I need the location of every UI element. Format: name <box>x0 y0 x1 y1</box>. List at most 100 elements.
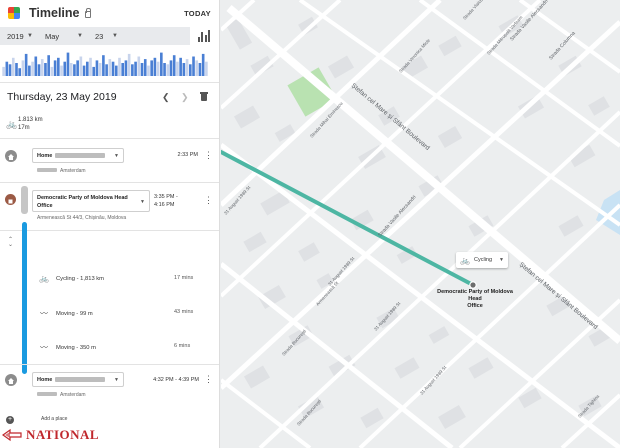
watermark-text: NATIONAL <box>26 427 100 442</box>
day-summary: 1.813 km 17m <box>18 116 43 132</box>
histogram-bar[interactable] <box>44 63 47 76</box>
histogram-bar[interactable] <box>188 64 192 76</box>
histogram-bar[interactable] <box>85 61 89 76</box>
histogram-bar[interactable] <box>60 65 63 76</box>
histogram-bar[interactable] <box>102 55 105 76</box>
histogram-bar[interactable] <box>15 63 18 76</box>
histogram-bar[interactable] <box>140 63 144 76</box>
histogram-bar[interactable] <box>114 65 118 76</box>
add-place-icon[interactable]: + <box>6 416 14 424</box>
histogram-bar[interactable] <box>121 63 125 76</box>
histogram-bar[interactable] <box>111 61 115 76</box>
histogram-bar[interactable] <box>66 52 70 76</box>
histogram-bar[interactable] <box>166 64 170 76</box>
next-day-button[interactable]: ❯ <box>181 92 189 103</box>
histogram-bar[interactable] <box>98 63 102 76</box>
histogram-bar[interactable] <box>76 60 79 76</box>
histogram-bar[interactable] <box>182 63 186 76</box>
histogram-bar[interactable] <box>172 55 176 76</box>
histogram-bar[interactable] <box>160 52 163 76</box>
histogram-bar[interactable] <box>192 56 195 77</box>
histogram-bar[interactable] <box>11 57 15 76</box>
histogram-bar[interactable] <box>92 66 96 76</box>
day-select[interactable]: 23 ▼ <box>95 32 118 41</box>
place-marker[interactable] <box>469 281 477 289</box>
histogram-bar[interactable] <box>73 64 76 76</box>
movement-timeline-bar <box>22 222 27 374</box>
histogram-bar[interactable] <box>150 60 153 76</box>
histogram-bar[interactable] <box>147 65 150 76</box>
activity-histogram[interactable] <box>2 48 208 76</box>
visit-place-select[interactable]: Home ▼ <box>32 372 124 387</box>
histogram-bar[interactable] <box>57 57 60 76</box>
bicycle-icon: 🚲 <box>460 255 470 265</box>
histogram-bar[interactable] <box>176 61 179 76</box>
histogram-bar[interactable] <box>34 56 38 77</box>
histogram-bar[interactable] <box>124 60 128 76</box>
histogram-bar[interactable] <box>201 53 205 76</box>
histogram-bar[interactable] <box>69 63 73 76</box>
delete-icon[interactable] <box>200 92 208 101</box>
map-place-label[interactable]: Democratic Party of Moldova Head Office <box>434 289 516 310</box>
summary-distance: 1.813 km <box>18 117 43 123</box>
activity-type-select[interactable]: 🚲 Cycling ▼ <box>456 252 508 268</box>
histogram-bar[interactable] <box>143 59 147 76</box>
bar-chart-icon[interactable] <box>198 30 210 42</box>
histogram-bar[interactable] <box>95 60 99 76</box>
histogram-bar[interactable] <box>137 56 141 77</box>
visit-place-select[interactable]: Home ▼ <box>32 148 124 163</box>
previous-day-button[interactable]: ❮ <box>162 92 170 103</box>
histogram-bar[interactable] <box>179 57 182 76</box>
histogram-bar[interactable] <box>131 64 134 76</box>
histogram-bar[interactable] <box>205 61 208 76</box>
bicycle-icon: 🚲 <box>39 274 49 283</box>
histogram-bar[interactable] <box>28 65 31 76</box>
map-view[interactable]: Ștefan cel Mare și Sfânt Boulevard Ștefa… <box>221 0 620 448</box>
histogram-bar[interactable] <box>50 66 54 76</box>
histogram-bar[interactable] <box>5 61 9 76</box>
histogram-bar[interactable] <box>31 61 34 76</box>
histogram-bar[interactable] <box>108 59 112 76</box>
visit-place-select[interactable]: Democratic Party of Moldova Head Office … <box>32 190 150 212</box>
histogram-bar[interactable] <box>40 59 44 76</box>
histogram-bar[interactable] <box>89 57 92 76</box>
watermark: NATIONAL <box>2 427 99 443</box>
add-place-link[interactable]: Add a place <box>41 416 67 422</box>
histogram-bar[interactable] <box>134 61 137 76</box>
expand-icon[interactable]: ⌃ ⌄ <box>8 237 13 248</box>
activity-row[interactable]: 〰 Moving - 99 m <box>38 308 93 319</box>
histogram-bar[interactable] <box>63 61 67 76</box>
more-options-icon[interactable]: ⋮ <box>204 151 213 160</box>
histogram-bar[interactable] <box>195 60 199 76</box>
histogram-bar[interactable] <box>79 56 83 77</box>
divider <box>0 138 219 139</box>
histogram-bar[interactable] <box>156 61 160 76</box>
activity-row[interactable]: 🚲 Cycling - 1,813 km <box>38 274 104 283</box>
histogram-bar[interactable] <box>185 59 189 76</box>
histogram-bar[interactable] <box>37 64 41 76</box>
histogram-bar[interactable] <box>118 57 121 76</box>
google-maps-icon <box>8 7 20 19</box>
date-selector-bar: 2019 ▼ May ▼ 23 ▼ <box>0 27 190 45</box>
histogram-bar[interactable] <box>127 53 131 76</box>
histogram-bar[interactable] <box>2 66 5 76</box>
histogram-bar[interactable] <box>82 65 86 76</box>
activity-row[interactable]: 〰 Moving - 350 m <box>38 342 96 353</box>
month-select[interactable]: May ▼ <box>45 32 83 41</box>
histogram-bar[interactable] <box>53 60 57 76</box>
histogram-bar[interactable] <box>18 68 22 76</box>
histogram-bar[interactable] <box>153 57 157 76</box>
more-options-icon[interactable]: ⋮ <box>204 375 213 384</box>
histogram-bar[interactable] <box>8 64 12 76</box>
histogram-bar[interactable] <box>47 55 50 76</box>
histogram-bar[interactable] <box>21 60 25 76</box>
chevron-down-icon: ▼ <box>114 376 119 383</box>
histogram-bar[interactable] <box>198 63 202 76</box>
year-select[interactable]: 2019 ▼ <box>7 32 33 41</box>
histogram-bar[interactable] <box>24 53 28 76</box>
histogram-bar[interactable] <box>169 60 173 76</box>
histogram-bar[interactable] <box>105 64 108 76</box>
today-button[interactable]: TODAY <box>184 9 211 18</box>
histogram-bar[interactable] <box>163 63 166 76</box>
more-options-icon[interactable]: ⋮ <box>204 196 213 205</box>
